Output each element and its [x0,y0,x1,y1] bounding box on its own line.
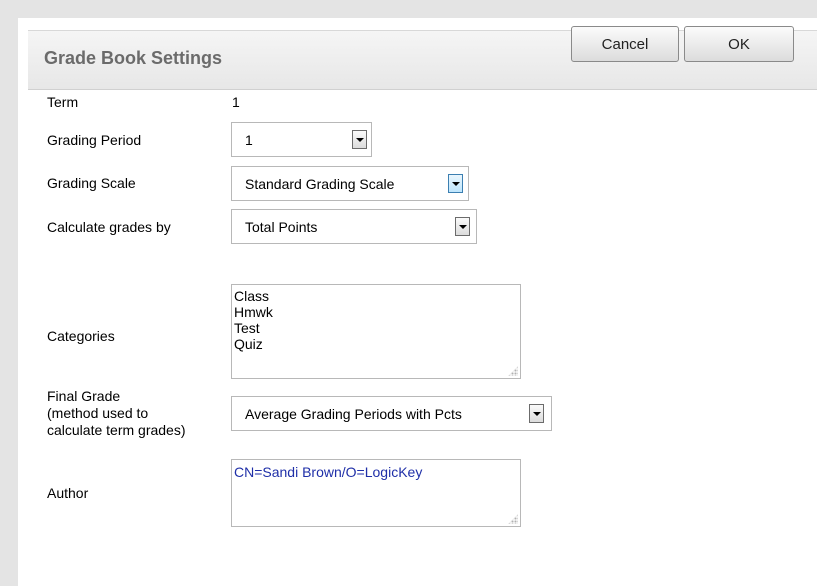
grade-book-settings-dialog: Grade Book Settings Cancel OK Term 1 Gra… [18,18,817,586]
resize-handle-icon[interactable] [508,514,518,524]
categories-list[interactable]: Class Hmwk Test Quiz [231,284,521,379]
grading-period-select[interactable]: 1 [231,122,372,157]
author-field[interactable]: CN=Sandi Brown/O=LogicKey [231,459,521,527]
resize-handle-icon[interactable] [508,366,518,376]
final-grade-label-line2: (method used to [47,405,149,421]
term-label: Term [47,94,79,110]
chevron-down-icon[interactable] [529,404,544,423]
grading-scale-select[interactable]: Standard Grading Scale [231,166,469,201]
calculate-grades-label: Calculate grades by [47,219,171,235]
grading-period-label: Grading Period [47,132,142,148]
final-grade-label-line3: calculate term grades) [47,422,186,438]
cancel-button[interactable]: Cancel [571,26,679,62]
author-value[interactable]: CN=Sandi Brown/O=LogicKey [232,464,520,480]
grading-scale-value: Standard Grading Scale [245,176,395,192]
list-item[interactable]: Test [232,320,520,336]
grading-period-value: 1 [245,132,253,148]
author-label: Author [47,485,89,501]
list-item[interactable]: Hmwk [232,304,520,320]
term-value: 1 [232,94,240,110]
categories-label: Categories [47,328,115,344]
chevron-down-icon[interactable] [448,174,463,193]
calculate-grades-value: Total Points [245,219,318,235]
list-item[interactable]: Quiz [232,336,520,352]
ok-button[interactable]: OK [684,26,794,62]
calculate-grades-select[interactable]: Total Points [231,209,477,244]
grading-scale-label: Grading Scale [47,175,136,191]
chevron-down-icon[interactable] [352,130,367,149]
final-grade-select[interactable]: Average Grading Periods with Pcts [231,396,552,431]
chevron-down-icon[interactable] [455,217,470,236]
final-grade-value: Average Grading Periods with Pcts [245,406,462,422]
list-item[interactable]: Class [232,288,520,304]
page-background: Grade Book Settings Cancel OK Term 1 Gra… [0,0,817,586]
dialog-title: Grade Book Settings [44,48,223,68]
final-grade-label-line1: Final Grade [47,388,121,404]
